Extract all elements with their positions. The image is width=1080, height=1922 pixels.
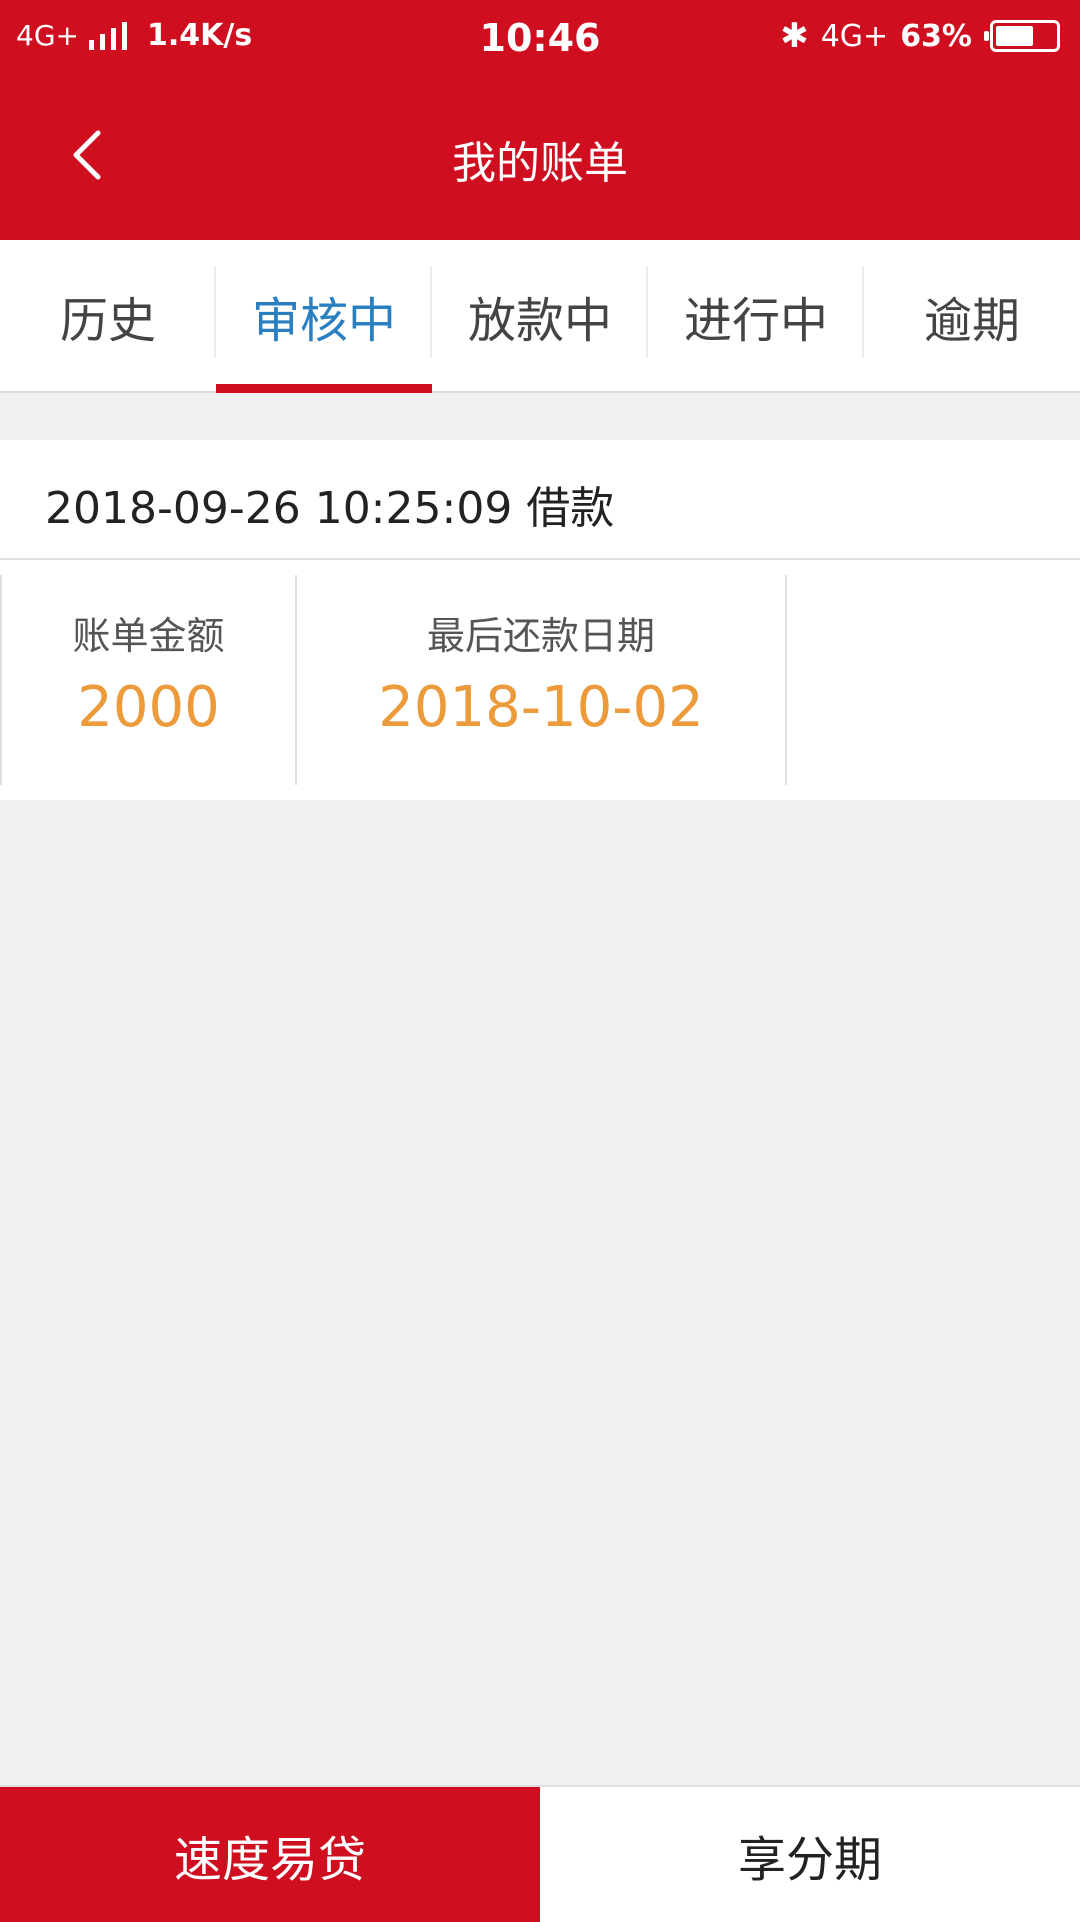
tab-label: 审核中 [251,292,396,349]
bluetooth-icon: ✱ [780,16,809,56]
app-header: 4G+ 1.4K/s 10:46 ✱ 4G+ 63% 我的账单 [0,0,1080,240]
battery-percent: 63% [900,18,972,54]
title-bar: 我的账单 [0,95,1080,215]
tab-label: 进行中 [683,292,828,349]
bill-card-header: 2018-09-26 10:25:09 借款 [0,440,1080,560]
tab-disbursing[interactable]: 放款中 [432,240,648,391]
bill-amount-label: 账单金额 [72,614,225,658]
tab-under-review[interactable]: 审核中 [216,240,432,393]
tab-label: 逾期 [923,292,1020,349]
installment-button[interactable]: 享分期 [540,1787,1080,1922]
battery-fill [996,26,1033,46]
tab-label: 放款中 [467,292,612,349]
tab-history[interactable]: 历史 [0,240,216,391]
due-date-cell: 最后还款日期 2018-10-02 [295,575,785,785]
bottom-bar: 速度易贷 享分期 [0,1785,1080,1922]
status-right: ✱ 4G+ 63% [780,16,1060,56]
quick-loan-button[interactable]: 速度易贷 [0,1787,540,1922]
status-bar: 4G+ 1.4K/s 10:46 ✱ 4G+ 63% [0,0,1080,75]
active-tab-indicator [216,384,432,393]
due-date-value: 2018-10-02 [378,675,704,740]
network-type-right: 4G+ [820,18,889,54]
bill-amount-value: 2000 [77,675,220,740]
due-date-label: 最后还款日期 [426,614,655,658]
tab-in-progress[interactable]: 进行中 [648,240,864,391]
page-title: 我的账单 [452,138,628,189]
tab-label: 历史 [59,292,156,349]
empty-cell [785,575,1080,785]
bill-date-type: 2018-09-26 10:25:09 借款 [45,483,615,534]
battery-icon [984,20,1060,52]
bill-details: 账单金额 2000 最后还款日期 2018-10-02 [0,575,1080,785]
bill-status-tabs: 历史 审核中 放款中 进行中 逾期 [0,240,1080,393]
bill-amount-cell: 账单金额 2000 [0,575,295,785]
tab-overdue[interactable]: 逾期 [864,240,1080,391]
bill-card[interactable]: 2018-09-26 10:25:09 借款 账单金额 2000 最后还款日期 … [0,440,1080,800]
